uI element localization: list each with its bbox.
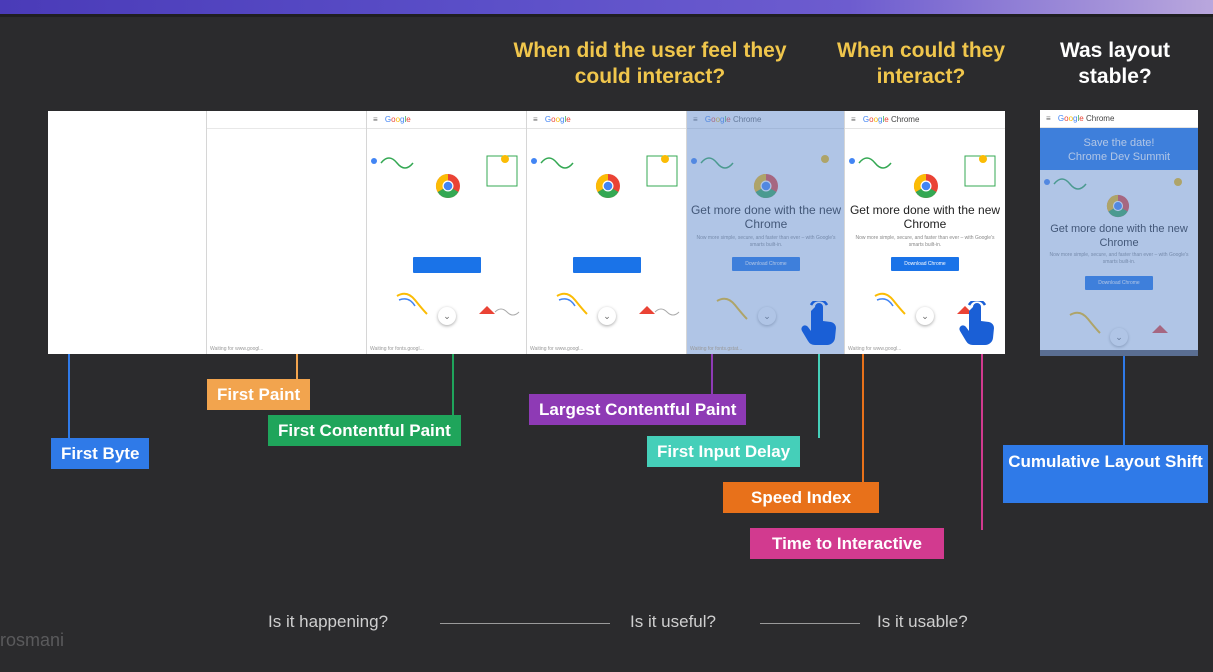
fid-connector: [818, 354, 820, 438]
lcp-connector: [711, 354, 713, 394]
chrome-icon: [913, 174, 938, 199]
browser-bar: ≡ Google: [527, 111, 687, 129]
download-button: Download Chrome: [891, 257, 959, 271]
chrome-icon: [595, 174, 620, 199]
browser-bar: ≡ Google: [367, 111, 527, 129]
google-logo: Google: [544, 115, 571, 124]
filmstrip-frame-7: ≡ Google Chrome Save the date! Chrome De…: [1040, 110, 1198, 356]
menu-icon: ≡: [373, 115, 378, 124]
fid-label: First Input Delay: [647, 436, 801, 467]
layout-shift-overlay: [1040, 128, 1198, 356]
cls-connector: [1123, 356, 1125, 446]
is-it-happening: Is it happening?: [268, 612, 389, 631]
frame-footer: Waiting for www.googl...: [530, 346, 584, 352]
filmstrip-frame-2: Waiting for www.googl...: [206, 111, 367, 354]
presenter-watermark: rosmani: [0, 630, 65, 650]
filmstrip-frame-6: ≡ Google Chrome Get more done with the n…: [844, 111, 1005, 354]
frame-footer: Waiting for www.googl...: [210, 346, 264, 352]
top-accent-shadow: [0, 14, 1213, 17]
speed-index-connector: [862, 354, 864, 484]
is-it-usable: Is it usable?: [877, 612, 968, 631]
first-paint-label: First Paint: [207, 379, 311, 410]
menu-icon: ≡: [851, 115, 856, 124]
frame-footer: Waiting for fonts.googl...: [370, 346, 424, 352]
question-layout-stable: Was layout stable?: [1059, 39, 1171, 88]
menu-icon: ≡: [1046, 114, 1051, 123]
fcp-connector: [452, 354, 454, 418]
chevron-down-icon: ⌄: [438, 307, 456, 325]
menu-icon: ≡: [533, 115, 538, 124]
question-feel-interact: When did the user feel they could intera…: [513, 39, 787, 88]
filmstrip-frame-3: ≡ Google ⌄ Waiting for fonts.googl...: [366, 111, 527, 354]
browser-bar: ≡ Google Chrome: [1040, 110, 1198, 128]
progression-line-1: [440, 623, 610, 624]
frame-footer: Waiting for fonts.gstat...: [690, 346, 743, 352]
google-logo: Google: [1057, 114, 1084, 123]
blank-browser-bar: [207, 111, 367, 129]
download-button-label: Download Chrome: [904, 261, 946, 267]
lcp-label: Largest Contentful Paint: [529, 394, 747, 425]
filmstrip-frame-5: ≡ Google Chrome Get more done with the n…: [686, 111, 845, 354]
fcp-label: First Contentful Paint: [268, 415, 461, 446]
first-byte-connector: [68, 354, 70, 442]
frame-footer: Waiting for www.googl...: [848, 346, 902, 352]
filmstrip-frame-1: [48, 111, 206, 354]
promo-headline: Get more done with the new Chrome: [849, 203, 1001, 231]
tti-label: Time to Interactive: [750, 528, 944, 559]
frame-bottom-bar: [1040, 350, 1198, 356]
chevron-down-icon: ⌄: [598, 307, 616, 325]
promo-subline: Now more simple, secure, and faster than…: [855, 235, 995, 248]
speed-index-label: Speed Index: [723, 482, 880, 513]
browser-bar: ≡ Google Chrome: [845, 111, 1005, 129]
filmstrip-frame-4: ≡ Google ⌄ Waiting for www.googl...: [526, 111, 687, 354]
google-logo: Google: [862, 115, 889, 124]
tti-connector: [981, 354, 983, 530]
top-accent-bar: [0, 0, 1213, 14]
cls-label: Cumulative Layout Shift: [1003, 445, 1208, 503]
first-paint-connector: [296, 354, 298, 380]
progression-line-2: [760, 623, 860, 624]
download-button-placeholder: [413, 257, 481, 273]
google-logo: Google: [384, 115, 411, 124]
question-could-interact: When could they interact?: [837, 39, 1005, 88]
chevron-down-icon: ⌄: [916, 307, 934, 325]
is-it-useful: Is it useful?: [630, 612, 716, 631]
download-button-placeholder: [573, 257, 641, 273]
tap-hand-icon: [959, 301, 995, 346]
chrome-icon: [435, 174, 460, 199]
tap-hand-icon: [801, 301, 837, 346]
first-byte-label: First Byte: [51, 438, 150, 469]
